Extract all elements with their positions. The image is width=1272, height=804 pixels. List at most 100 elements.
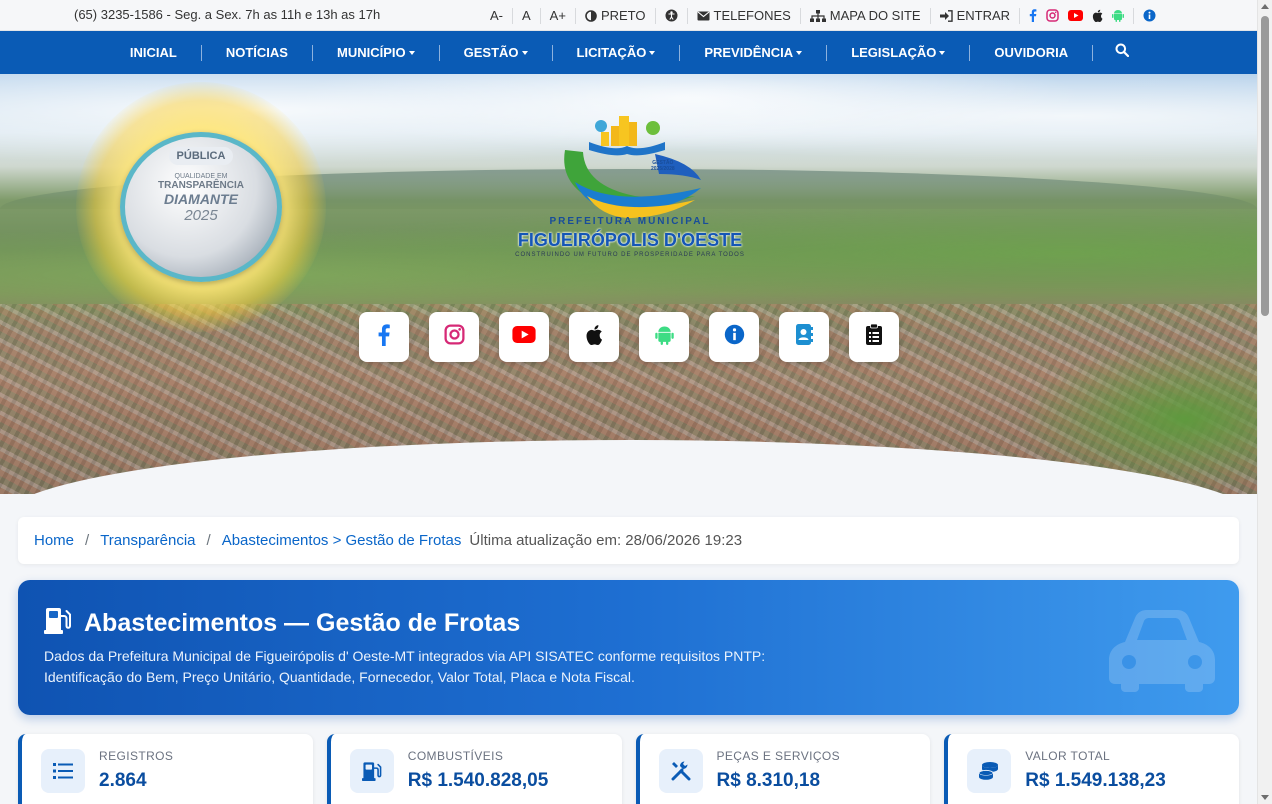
tile-instagram[interactable] — [429, 312, 479, 362]
tile-youtube[interactable] — [499, 312, 549, 362]
tile-facebook[interactable] — [359, 312, 409, 362]
info-icon — [1143, 9, 1156, 22]
breadcrumb-separator: / — [206, 532, 211, 549]
nav-item-label: NOTÍCIAS — [225, 44, 288, 60]
tools-icon — [658, 749, 703, 793]
breadcrumb-home[interactable]: Home — [34, 532, 74, 549]
stat-card-combustiveis: COMBUSTÍVEIS R$ 1.540.828,05 — [326, 734, 622, 804]
sign-in-icon — [939, 9, 953, 22]
stat-card-valor-total: VALOR TOTAL R$ 1.549.138,23 — [944, 734, 1239, 804]
seal-badge: PÚBLICA — [168, 147, 234, 165]
facebook-icon[interactable] — [1029, 9, 1037, 22]
nav-item-gestao[interactable]: GESTÃO — [440, 44, 553, 61]
page-title-row: Abastecimentos — Gestão de Frotas — [44, 606, 520, 641]
page-description-line-1: Dados da Prefeitura Municipal de Figueir… — [44, 648, 766, 664]
nav-item-label: LICITAÇÃO — [576, 44, 647, 60]
apple-icon — [585, 324, 603, 350]
nav-item-licitacao[interactable]: LICITAÇÃO — [553, 44, 681, 61]
envelope-icon — [697, 11, 710, 21]
logo-term: GESTÃO 2025/2028 — [651, 160, 675, 172]
android-icon — [654, 325, 674, 350]
login-link[interactable]: ENTRAR — [931, 7, 1021, 24]
android-icon[interactable] — [1112, 9, 1125, 22]
nav-item-label: PREVIDÊNCIA — [704, 44, 794, 60]
font-increase-button[interactable]: A+ — [541, 7, 576, 24]
logo-slogan: CONSTRUINDO UM FUTURO DE PROSPERIDADE PA… — [515, 252, 745, 258]
search-button[interactable] — [1093, 43, 1151, 62]
apple-icon[interactable] — [1092, 9, 1103, 22]
page-header-banner: Abastecimentos — Gestão de Frotas Dados … — [18, 580, 1239, 715]
phones-link[interactable]: TELEFONES — [688, 7, 801, 24]
summary-cards: REGISTROS 2.864 COMBUSTÍVEIS R$ 1.540.82… — [18, 734, 1239, 804]
logo-emblem-icon — [564, 116, 701, 218]
youtube-icon[interactable] — [1068, 10, 1084, 21]
seal-line-3: DIAMANTE — [164, 191, 238, 207]
page-description: Dados da Prefeitura Municipal de Figueir… — [44, 646, 765, 688]
tile-apple[interactable] — [569, 312, 619, 362]
page-description-line-2: Identificação do Bem, Preço Unitário, Qu… — [44, 669, 635, 685]
accessibility-icon — [665, 9, 678, 22]
nav-item-label: GESTÃO — [463, 44, 519, 60]
nav-item-label: MUNICÍPIO — [336, 44, 406, 60]
page-title: Abastecimentos — Gestão de Frotas — [84, 609, 521, 637]
youtube-icon — [512, 326, 536, 348]
nav-item-noticias[interactable]: NOTÍCIAS — [202, 44, 313, 61]
scroll-up-arrow-icon[interactable] — [1261, 4, 1269, 9]
stat-value: R$ 1.540.828,05 — [407, 770, 549, 791]
contrast-icon — [585, 9, 597, 22]
nav-item-previdencia[interactable]: PREVIDÊNCIA — [680, 44, 828, 61]
stat-card-registros: REGISTROS 2.864 — [18, 734, 313, 804]
nav-item-municipio[interactable]: MUNICÍPIO — [313, 44, 440, 61]
sitemap-link[interactable]: MAPA DO SITE — [801, 7, 931, 24]
info-icon — [724, 324, 745, 350]
login-label: ENTRAR — [956, 8, 1011, 23]
seal-year: 2025 — [184, 207, 218, 224]
last-updated: Última atualização em: 28/06/2026 19:23 — [469, 532, 743, 549]
transparency-seal[interactable]: PÚBLICA QUALIDADE EM TRANSPARÊNCIA DIAMA… — [76, 82, 326, 332]
tile-contacts[interactable] — [779, 312, 829, 362]
font-normal-button[interactable]: A — [513, 7, 541, 24]
contrast-button[interactable]: PRETO — [576, 7, 656, 24]
social-links — [1020, 7, 1135, 24]
stat-value: R$ 8.310,18 — [716, 770, 821, 791]
caret-down-icon — [796, 50, 803, 55]
nav-item-label: INICIAL — [129, 44, 177, 60]
seal-line-1: QUALIDADE EM — [174, 173, 228, 180]
nav-item-legislacao[interactable]: LEGISLAÇÃO — [827, 44, 971, 61]
caret-down-icon — [521, 50, 528, 55]
office-hours: (65) 3235-1586 - Seg. a Sex. 7h as 11h e… — [74, 7, 381, 22]
breadcrumb-transparencia[interactable]: Transparência — [100, 532, 195, 549]
nav-item-inicial[interactable]: INICIAL — [106, 44, 202, 61]
instagram-icon — [443, 324, 465, 350]
nav-item-label: LEGISLAÇÃO — [851, 44, 937, 60]
coins-icon — [967, 749, 1012, 793]
gas-pump-icon — [44, 606, 72, 641]
seal-line-2: TRANSPARÊNCIA — [158, 180, 244, 191]
logo-gestao-years: 2025/2028 — [651, 166, 675, 172]
tile-android[interactable] — [639, 312, 689, 362]
stat-label: VALOR TOTAL — [1025, 749, 1111, 763]
search-icon — [1115, 43, 1130, 62]
tile-info[interactable] — [709, 312, 759, 362]
info-link[interactable] — [1134, 8, 1165, 24]
breadcrumb-current[interactable]: Abastecimentos > Gestão de Frotas — [222, 532, 462, 549]
page-scrollbar[interactable] — [1257, 0, 1272, 804]
quick-links — [359, 312, 899, 362]
stat-label: REGISTROS — [99, 749, 174, 763]
font-decrease-button[interactable]: A- — [481, 7, 513, 24]
sitemap-label: MAPA DO SITE — [829, 8, 921, 23]
contrast-label: PRETO — [600, 8, 646, 23]
nav-item-ouvidoria[interactable]: OUVIDORIA — [970, 44, 1094, 61]
nav-item-label: OUVIDORIA — [994, 44, 1069, 60]
scroll-down-arrow-icon[interactable] — [1261, 795, 1269, 800]
accessibility-button[interactable] — [656, 7, 688, 24]
scrollbar-thumb[interactable] — [1261, 16, 1269, 316]
municipal-logo[interactable]: GESTÃO 2025/2028 PREFEITURA MUNICIPAL FIG… — [505, 100, 755, 270]
list-icon — [41, 749, 85, 793]
sitemap-icon — [809, 9, 826, 22]
seal-disc: PÚBLICA QUALIDADE EM TRANSPARÊNCIA DIAMA… — [120, 132, 282, 282]
tile-clipboard[interactable] — [849, 312, 899, 362]
facebook-icon — [377, 323, 391, 351]
instagram-icon[interactable] — [1046, 9, 1059, 22]
car-icon — [1107, 606, 1217, 697]
